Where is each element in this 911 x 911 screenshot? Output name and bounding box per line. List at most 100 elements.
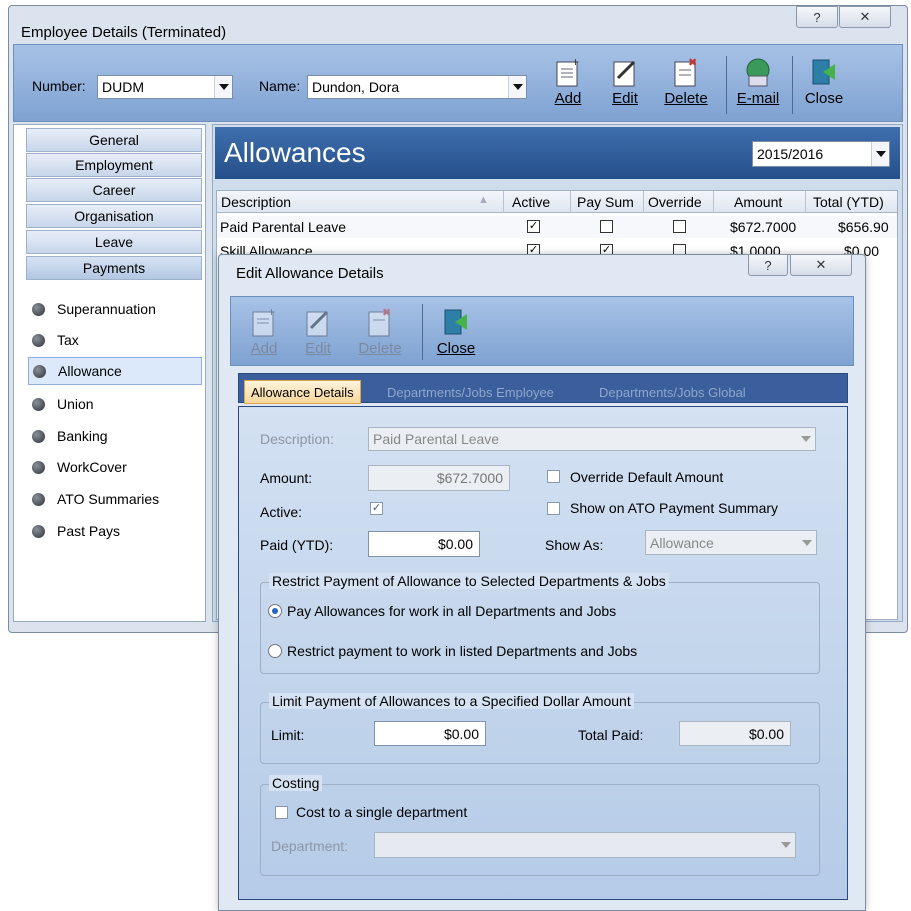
limit-field[interactable]: $0.00 <box>374 721 486 746</box>
show-on-ato-checkbox[interactable] <box>547 502 560 515</box>
nav-tab-payments[interactable]: Payments <box>26 256 202 280</box>
radio-selected-icon <box>268 604 282 618</box>
sidebar-item-tax[interactable]: Tax <box>28 326 202 354</box>
toolbar-separator <box>792 56 793 114</box>
year-select[interactable]: 2015/2016 <box>752 141 890 167</box>
costing-title: Costing <box>269 775 323 791</box>
bullet-icon <box>32 524 45 538</box>
nav-tab-general[interactable]: General <box>26 128 202 152</box>
col-divider <box>805 191 806 213</box>
tab-departments-jobs-global[interactable]: Departments/Jobs Global <box>593 380 752 404</box>
sidebar-item-ato-summaries[interactable]: ATO Summaries <box>28 485 202 513</box>
total-paid-label: Total Paid: <box>578 727 644 743</box>
chevron-down-icon[interactable] <box>798 531 816 554</box>
chevron-down-icon[interactable] <box>214 76 232 98</box>
col-description[interactable]: Description <box>221 194 291 210</box>
override-default-amount-checkbox[interactable] <box>547 470 560 483</box>
email-button[interactable]: E-mail <box>732 56 784 107</box>
chevron-down-icon[interactable] <box>871 142 889 166</box>
dialog-close-window-button[interactable]: ✕ <box>790 254 852 276</box>
show-as-label: Show As: <box>545 537 604 553</box>
grid-header <box>217 191 897 213</box>
dialog-help-button[interactable]: ? <box>748 254 788 276</box>
description-value: Paid Parental Leave <box>373 431 500 447</box>
year-value: 2015/2016 <box>757 146 824 162</box>
chevron-down-icon[interactable] <box>797 428 815 450</box>
sidebar-item-banking[interactable]: Banking <box>28 422 202 450</box>
exit-door-icon <box>812 59 835 85</box>
number-select[interactable]: DUDM <box>97 75 233 99</box>
active-checkbox[interactable]: ✓ <box>370 502 383 515</box>
tab-departments-jobs-employee[interactable]: Departments/Jobs Employee <box>381 380 560 404</box>
paid-ytd-label: Paid (YTD): <box>260 537 334 553</box>
sidebar-item-workcover[interactable]: WorkCover <box>28 453 202 481</box>
toolbar-separator <box>726 56 727 114</box>
dialog-add-button[interactable]: + Add <box>246 306 282 357</box>
paid-ytd-field[interactable]: $0.00 <box>368 531 480 557</box>
edit-document-icon <box>306 310 329 337</box>
sidebar-item-superannuation[interactable]: Superannuation <box>28 295 202 323</box>
restrict-payment-group: Restrict Payment of Allowance to Selecte… <box>260 573 820 674</box>
dialog-close-button[interactable]: Close <box>432 306 480 357</box>
cost-single-department-checkbox[interactable] <box>275 806 288 819</box>
dialog-edit-button[interactable]: Edit <box>300 306 336 357</box>
restrict-listed-radio[interactable]: Restrict payment to work in listed Depar… <box>268 643 637 659</box>
bullet-icon <box>32 302 45 316</box>
limit-label: Limit: <box>271 727 305 743</box>
col-amount[interactable]: Amount <box>734 194 782 210</box>
chevron-down-icon[interactable] <box>777 833 795 857</box>
name-select[interactable]: Dundon, Dora <box>307 75 527 99</box>
svg-text:+: + <box>572 56 579 69</box>
col-override[interactable]: Override <box>648 194 702 210</box>
restrict-payment-title: Restrict Payment of Allowance to Selecte… <box>269 573 669 589</box>
department-label: Department: <box>271 838 349 854</box>
delete-button[interactable]: ✖ Delete <box>658 56 714 107</box>
bullet-icon <box>32 397 45 411</box>
globe-icon <box>746 58 770 87</box>
page-title: Allowances <box>224 137 366 168</box>
help-button[interactable]: ? <box>796 6 838 28</box>
add-button[interactable]: + Add <box>550 56 586 107</box>
row-override-checkbox[interactable] <box>673 220 686 233</box>
radio-unselected-icon <box>268 644 282 658</box>
chevron-down-icon[interactable] <box>508 76 526 98</box>
row-pay-sum-checkbox[interactable] <box>600 220 613 233</box>
bullet-icon <box>32 492 45 506</box>
row-active-checkbox[interactable]: ✓ <box>527 220 540 233</box>
cost-single-department-label: Cost to a single department <box>296 804 468 820</box>
description-select[interactable]: Paid Parental Leave <box>368 427 816 451</box>
number-value: DUDM <box>102 79 144 95</box>
delete-document-icon: ✖ <box>368 307 391 337</box>
exit-door-icon <box>444 309 467 335</box>
show-as-select[interactable]: Allowance <box>645 530 817 555</box>
active-label: Active: <box>260 504 303 520</box>
dialog-delete-button[interactable]: ✖ Delete <box>352 306 408 357</box>
tab-allowance-details[interactable]: Allowance Details <box>244 380 361 404</box>
sidebar-item-union[interactable]: Union <box>28 390 202 418</box>
sidebar-item-past-pays[interactable]: Past Pays <box>28 517 202 545</box>
bullet-icon <box>32 460 45 474</box>
col-divider <box>570 191 571 213</box>
pay-all-radio[interactable]: Pay Allowances for work in all Departmen… <box>268 603 616 619</box>
col-active[interactable]: Active <box>512 194 550 210</box>
bullet-icon <box>33 364 46 378</box>
col-divider <box>503 191 504 213</box>
amount-field[interactable]: $672.7000 <box>368 465 510 491</box>
limit-payment-title: Limit Payment of Allowances to a Specifi… <box>269 693 634 709</box>
close-window-button[interactable]: ✕ <box>839 6 891 28</box>
col-total-ytd[interactable]: Total (YTD) <box>813 194 884 210</box>
nav-tab-organisation[interactable]: Organisation <box>26 204 202 228</box>
sort-ascending-icon: ▲ <box>478 194 489 206</box>
close-button[interactable]: Close <box>800 56 848 107</box>
description-label: Description: <box>260 431 334 447</box>
col-pay-sum[interactable]: Pay Sum <box>577 194 634 210</box>
edit-document-icon <box>613 60 636 87</box>
sidebar-item-allowance[interactable]: Allowance <box>28 357 202 385</box>
nav-tab-employment[interactable]: Employment <box>26 153 202 177</box>
edit-button[interactable]: Edit <box>607 56 643 107</box>
name-value: Dundon, Dora <box>312 79 400 95</box>
nav-tab-career[interactable]: Career <box>26 178 202 202</box>
nav-tab-leave[interactable]: Leave <box>26 230 202 254</box>
main-title: Employee Details (Terminated) <box>21 24 227 41</box>
department-select[interactable] <box>374 832 796 858</box>
